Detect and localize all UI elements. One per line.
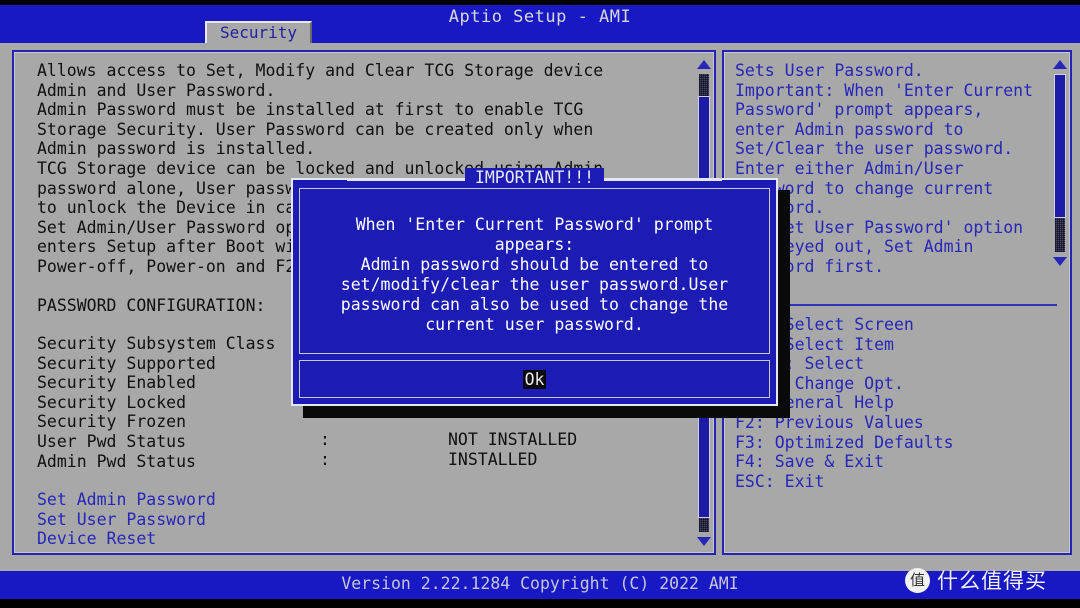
user-pwd-status-colon: : <box>320 430 330 449</box>
watermark: 值 什么值得买 <box>905 565 1047 595</box>
scroll-up-arrow-icon[interactable] <box>697 60 711 69</box>
pwd-status-values: : NOT INSTALLED : INSTALLED <box>320 430 577 469</box>
right-scroll-thumb[interactable] <box>1054 74 1066 218</box>
title-bar: Aptio Setup - AMI <box>0 5 1080 43</box>
watermark-text: 什么值得买 <box>937 569 1047 593</box>
right-scroll-down-arrow-icon[interactable] <box>1053 257 1067 266</box>
password-configuration-block: PASSWORD CONFIGURATION: <box>37 296 265 316</box>
scroll-down-arrow-icon[interactable] <box>697 537 711 546</box>
right-panel-scrollbar[interactable] <box>1052 56 1068 270</box>
config-labels-list: Security Subsystem Class Security Suppor… <box>37 334 276 471</box>
important-dialog: IMPORTANT!!! When 'Enter Current Passwor… <box>291 168 778 406</box>
watermark-logo-icon: 值 <box>905 567 930 593</box>
bios-setup-screen: Aptio Setup - AMI Security Allows access… <box>0 0 1080 608</box>
page-title: Aptio Setup - AMI <box>448 7 632 27</box>
password-configuration-title: PASSWORD CONFIGURATION: <box>37 296 266 315</box>
admin-pwd-status-colon: : <box>320 449 330 469</box>
user-pwd-status-value: NOT INSTALLED <box>448 430 578 449</box>
right-scroll-up-arrow-icon[interactable] <box>1053 60 1067 69</box>
dialog-button-bar: Ok <box>299 360 770 398</box>
tab-security[interactable]: Security <box>205 21 312 43</box>
security-menu-items[interactable]: Set Admin Password Set User Password Dev… <box>37 490 216 549</box>
ok-button[interactable]: Ok <box>522 369 547 389</box>
admin-pwd-status-value: INSTALLED <box>448 449 538 469</box>
dialog-message: When 'Enter Current Password' prompt app… <box>299 188 770 354</box>
